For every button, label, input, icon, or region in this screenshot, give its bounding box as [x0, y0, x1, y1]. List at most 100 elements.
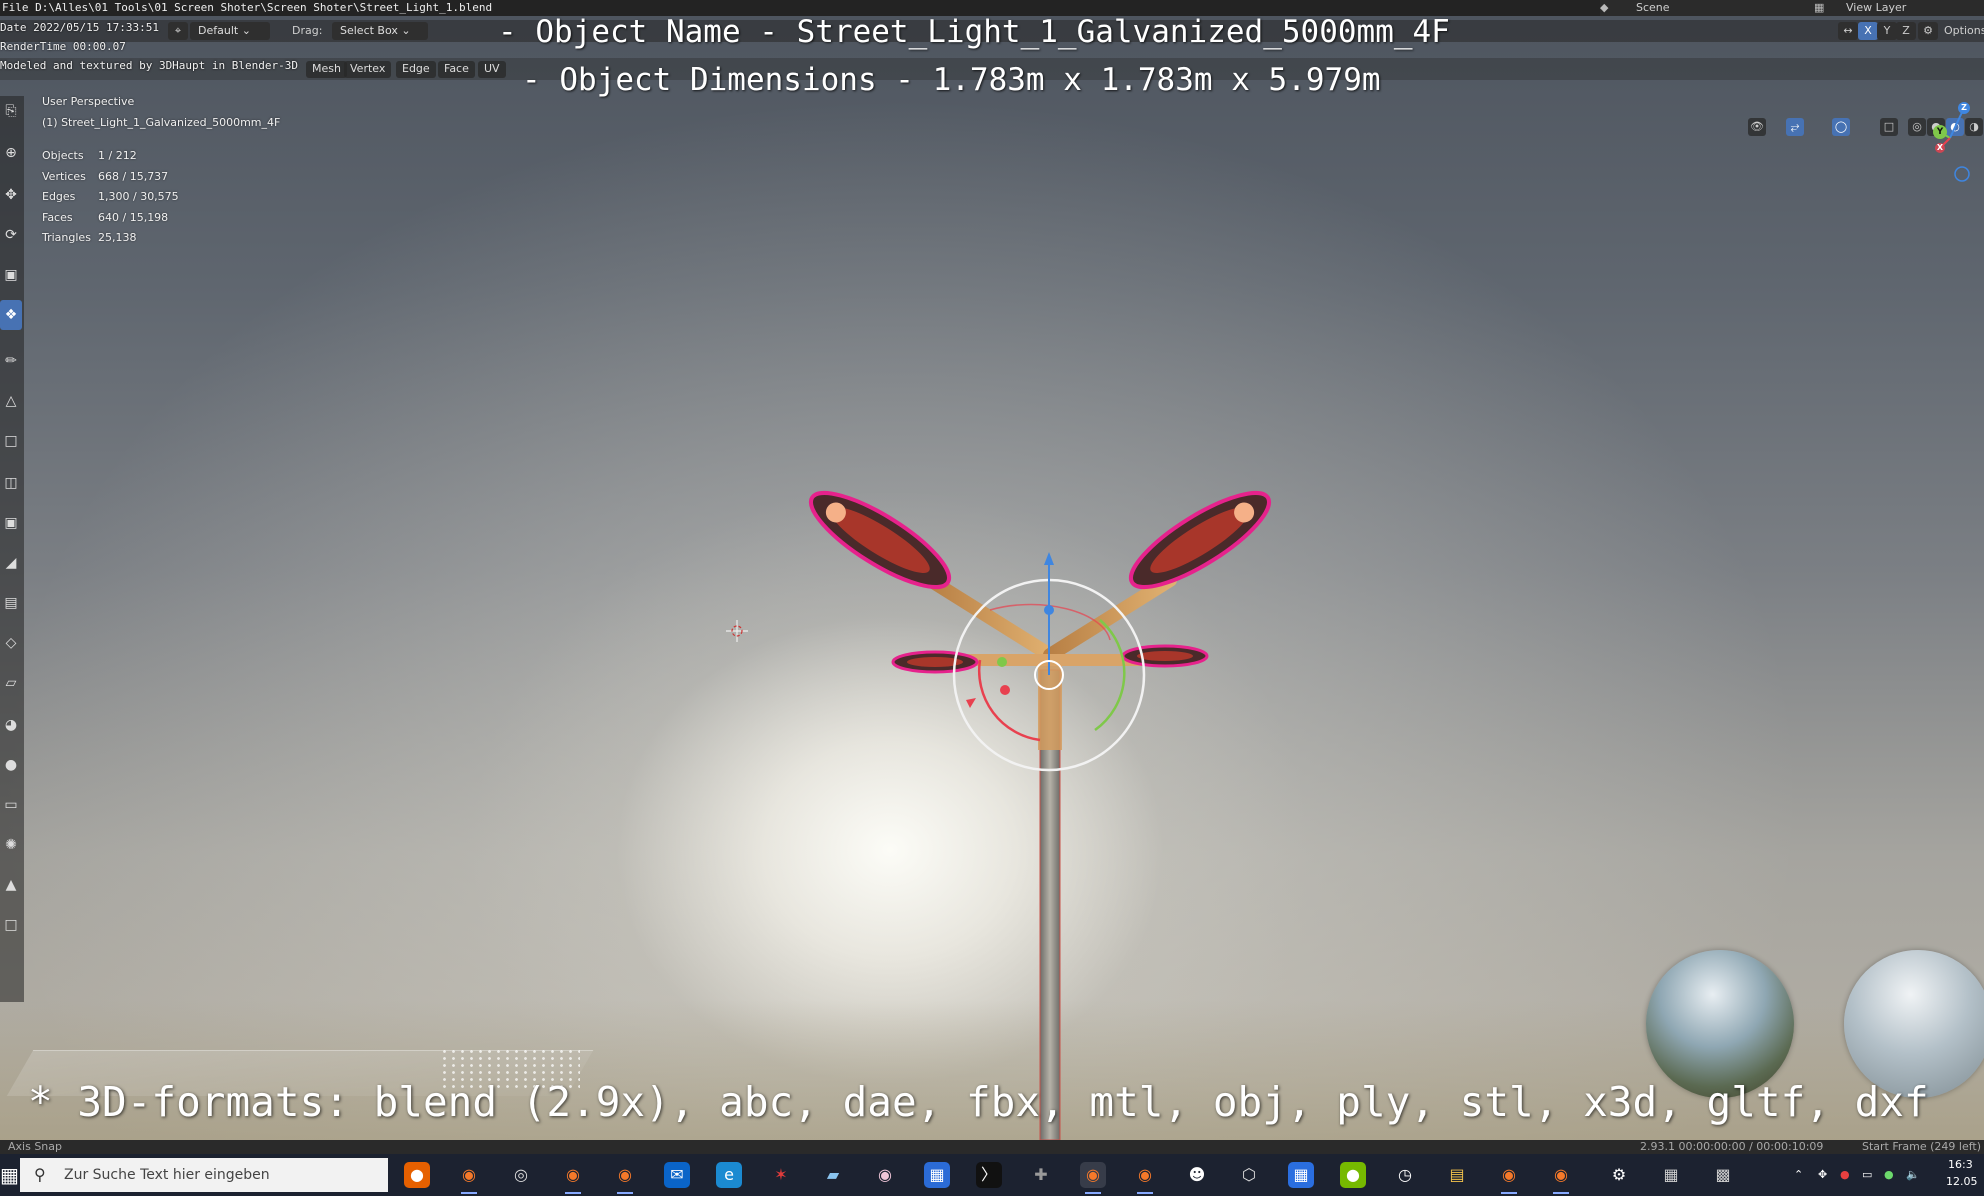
windows-taskbar: ▦ ⚲ Zur Suche Text hier eingeben ● ◉ ◎ ◉… [0, 1154, 1984, 1196]
mode-face[interactable]: Face [438, 61, 475, 78]
drag-dropdown[interactable]: Select Box ⌄ [332, 22, 428, 40]
obs-icon[interactable]: ◎ [508, 1162, 534, 1188]
status-left-text: Axis Snap [8, 1140, 62, 1153]
settings-gear-icon[interactable]: ⚙ [1606, 1162, 1632, 1188]
mirror-x-button[interactable]: ↔ [1838, 22, 1858, 40]
tray-wifi-icon[interactable]: ● [1884, 1168, 1894, 1181]
tray-network-icon[interactable]: ✥ [1818, 1168, 1827, 1181]
date-stamp: Date 2022/05/15 17:33:51 [0, 21, 159, 34]
orientation-dropdown[interactable]: Default ⌄ [190, 22, 270, 40]
transform-tool-icon[interactable]: ❖ [0, 300, 22, 330]
left-toolbar: ⎘ ⊕ ✥ ⟳ ▣ ❖ ✏ △ □ ◫ ▣ ◢ ▤ ◇ ▱ ◕ ● ▭ ✺ ▲ … [0, 96, 24, 1002]
view-layer-icon[interactable]: ▦ [1814, 1, 1828, 14]
gizmo-y-label: Y [1936, 127, 1944, 137]
loopcut-tool-icon[interactable]: ▤ [0, 588, 22, 618]
taskbar-search-box[interactable]: ⚲ Zur Suche Text hier eingeben [20, 1158, 388, 1192]
version-info: 2.93.1 00:00:00:00 / 00:00:10:09 [1640, 1140, 1824, 1153]
measure-tool-icon[interactable]: △ [0, 386, 22, 416]
blender-icon[interactable]: ◉ [560, 1162, 586, 1194]
select-tool-icon[interactable]: ⎘ [0, 96, 22, 126]
visibility-icon[interactable]: 👁 [1748, 118, 1766, 136]
app-doc-icon[interactable]: ▦ [924, 1162, 950, 1188]
axis-z-toggle[interactable]: Z [1896, 22, 1916, 40]
mode-edge[interactable]: Edge [396, 61, 436, 78]
view-layer-selector[interactable]: View Layer [1846, 1, 1906, 14]
blender-icon[interactable]: ◉ [1496, 1162, 1522, 1194]
app-dark-icon[interactable]: ✚ [1028, 1162, 1054, 1188]
rendertime-stamp: RenderTime 00:00.07 [0, 40, 126, 53]
xray-toggle-icon[interactable]: □ [1880, 118, 1898, 136]
lamp-head-upper-left[interactable] [799, 477, 960, 602]
rotate-tool-icon[interactable]: ⟳ [0, 220, 22, 250]
axis-x-toggle[interactable]: X [1858, 22, 1878, 40]
blender-icon[interactable]: ◉ [456, 1162, 482, 1194]
lamp-head-upper-right[interactable] [1119, 477, 1280, 602]
move-tool-icon[interactable]: ✥ [0, 180, 22, 210]
shrink-tool-icon[interactable]: ✺ [0, 830, 22, 860]
app-window-icon[interactable]: ▩ [1710, 1162, 1736, 1188]
tray-battery-icon[interactable]: ▭ [1862, 1168, 1872, 1181]
annotate-tool-icon[interactable]: ✏ [0, 346, 22, 376]
tray-clock-date[interactable]: 12.05 [1946, 1175, 1978, 1188]
blender-icon[interactable]: ◉ [1548, 1162, 1574, 1194]
add-cube-tool-icon[interactable]: □ [0, 426, 22, 456]
tray-volume-icon[interactable]: 🔈 [1906, 1168, 1920, 1181]
orientation-icon[interactable]: ⌖ [168, 22, 188, 40]
tray-chevron-up-icon[interactable]: ⌃ [1794, 1168, 1803, 1181]
object-dimensions-overlay: - Object Dimensions - 1.783m x 1.783m x … [522, 62, 1381, 98]
cursor-tool-icon[interactable]: ⊕ [0, 138, 22, 168]
spin-tool-icon[interactable]: ◕ [0, 710, 22, 740]
rip-tool-icon[interactable]: □ [0, 910, 22, 940]
chevron-down-icon: ⌄ [401, 24, 411, 37]
panda-icon[interactable]: ☻ [1184, 1162, 1210, 1188]
mode-uv[interactable]: UV [478, 61, 506, 78]
stats-edges: Edges 1,300 / 30,575 [42, 190, 179, 203]
lamp-head-lower-left[interactable] [891, 650, 979, 674]
blender-icon[interactable]: ◉ [612, 1162, 638, 1194]
cube-app-icon[interactable]: ⬡ [1236, 1162, 1262, 1188]
scene-selector[interactable]: Scene [1636, 1, 1670, 14]
shear-tool-icon[interactable]: ▲ [0, 870, 22, 900]
lamp-head-lower-right[interactable] [1121, 644, 1209, 668]
extrude-tool-icon[interactable]: ◫ [0, 468, 22, 498]
overlay-toggle-icon[interactable]: ◯ [1832, 118, 1850, 136]
terminal-icon[interactable]: 〉 [976, 1162, 1002, 1188]
search-icon: ⚲ [34, 1165, 46, 1184]
scale-tool-icon[interactable]: ▣ [0, 260, 22, 290]
options-menu[interactable]: Options [1944, 24, 1984, 37]
active-object-label: (1) Street_Light_1_Galvanized_5000mm_4F [42, 116, 281, 129]
perspective-label: User Perspective [42, 95, 135, 108]
blender-active-icon[interactable]: ◉ [1080, 1162, 1106, 1194]
edge-browser-icon[interactable]: e [716, 1162, 742, 1188]
mode-mesh[interactable]: Mesh [306, 61, 347, 78]
clock-app-icon[interactable]: ◷ [1392, 1162, 1418, 1188]
knife-tool-icon[interactable]: ◇ [0, 628, 22, 658]
axis-y-toggle[interactable]: Y [1877, 22, 1897, 40]
wrench-icon[interactable]: ⚙ [1918, 22, 1938, 40]
edge-slide-tool-icon[interactable]: ▭ [0, 790, 22, 820]
windows-start-button[interactable]: ▦ [0, 1160, 19, 1190]
navigation-gizmo[interactable] [1920, 98, 1982, 184]
calendar-icon[interactable]: ▦ [1288, 1162, 1314, 1188]
polybuild-tool-icon[interactable]: ▱ [0, 668, 22, 698]
blender-icon[interactable]: ◉ [1132, 1162, 1158, 1194]
file-explorer-icon[interactable]: ▤ [1444, 1162, 1470, 1188]
tray-antivirus-icon[interactable]: ● [1840, 1168, 1850, 1181]
gizmo-toggle-icon[interactable]: ⥂ [1786, 118, 1804, 136]
app-sphere-icon[interactable]: ◉ [872, 1162, 898, 1188]
3d-cursor[interactable] [726, 620, 748, 642]
mode-vertex[interactable]: Vertex [344, 61, 392, 78]
tray-clock-time[interactable]: 16:3 [1948, 1158, 1973, 1171]
bevel-tool-icon[interactable]: ◢ [0, 548, 22, 578]
scene-icon[interactable]: ◆ [1600, 1, 1614, 14]
hdri-preview-sphere-2 [1844, 950, 1984, 1098]
chevron-down-icon: ⌄ [241, 24, 251, 37]
app-red-icon[interactable]: ✶ [768, 1162, 794, 1188]
app-blue-icon[interactable]: ▰ [820, 1162, 846, 1188]
mail-icon[interactable]: ✉ [664, 1162, 690, 1188]
firefox-icon[interactable]: ● [404, 1162, 430, 1188]
app-tools-icon[interactable]: ▦ [1658, 1162, 1684, 1188]
inset-tool-icon[interactable]: ▣ [0, 508, 22, 538]
smooth-tool-icon[interactable]: ● [0, 750, 22, 780]
nvidia-icon[interactable]: ● [1340, 1162, 1366, 1188]
